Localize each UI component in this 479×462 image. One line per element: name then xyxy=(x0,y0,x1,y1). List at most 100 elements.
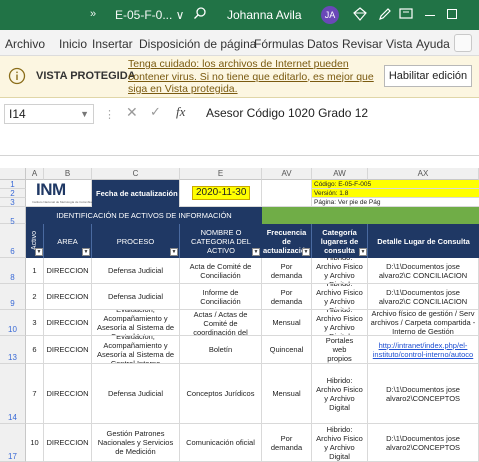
cell-frecuencia[interactable]: Por demanda xyxy=(262,284,312,310)
row-header[interactable]: 8 xyxy=(0,258,26,284)
pen-icon[interactable] xyxy=(377,6,393,22)
row-header[interactable]: 1 xyxy=(0,180,26,189)
cell-activo[interactable]: 3 xyxy=(26,310,44,336)
cell-area[interactable]: DIRECCION xyxy=(44,364,92,424)
empty-cell[interactable] xyxy=(262,180,312,207)
cell-detalle[interactable]: D:\1\Documentos jose alvaro2\C CONCILIAC… xyxy=(368,284,479,310)
cell-detalle[interactable]: D:\1\Documentos jose alvaro2\C CONCILIAC… xyxy=(368,258,479,284)
enter-icon[interactable]: ✓ xyxy=(150,104,161,120)
cell-activo[interactable]: 6 xyxy=(26,336,44,364)
display-icon[interactable] xyxy=(398,6,414,22)
cell-area[interactable]: DIRECCION xyxy=(44,424,92,462)
column-header-av[interactable]: AV xyxy=(262,168,312,180)
version-cell[interactable]: Versión: 1.8 xyxy=(312,189,479,198)
cell-area[interactable]: DIRECCION xyxy=(44,258,92,284)
cell-proceso[interactable]: Defensa Judicial xyxy=(92,284,180,310)
filter-dropdown-icon[interactable]: ▼ xyxy=(359,248,367,256)
row-header[interactable]: 14 xyxy=(0,364,26,424)
cell-frecuencia[interactable]: Por demanda xyxy=(262,424,312,462)
cell-detalle[interactable]: D:\1\Documentos jose alvaro2\CONCEPTOS xyxy=(368,424,479,462)
detalle-link[interactable]: http://intranet/index.php/el-instituto/c… xyxy=(370,341,476,359)
cell-nombre[interactable]: Actas / Actas de Comité de coordinación … xyxy=(180,310,262,336)
cell-area[interactable]: DIRECCION xyxy=(44,284,92,310)
cell-activo[interactable]: 7 xyxy=(26,364,44,424)
menu-revisar[interactable]: Revisar xyxy=(342,37,383,51)
cell-area[interactable]: DIRECCION xyxy=(44,310,92,336)
filter-dropdown-icon[interactable]: ▼ xyxy=(35,248,43,256)
cell-detalle[interactable]: Archivo físico de gestión / Serv archivo… xyxy=(368,310,479,336)
column-header-a[interactable]: A xyxy=(26,168,44,180)
menu-ayuda[interactable]: Ayuda xyxy=(416,37,450,51)
filter-dropdown-icon[interactable]: ▼ xyxy=(302,248,310,256)
row-header[interactable]: 3 xyxy=(0,198,26,207)
cell-nombre[interactable]: Acta de Comité de Conciliación xyxy=(180,258,262,284)
cell-proceso[interactable]: Defensa Judicial xyxy=(92,364,180,424)
cell-proceso[interactable]: Defensa Judicial xyxy=(92,258,180,284)
cell-proceso[interactable]: Gestión Patrones Nacionales y Servicios … xyxy=(92,424,180,462)
row-header[interactable]: 2 xyxy=(0,189,26,198)
menu-archivo[interactable]: Archivo xyxy=(5,37,45,51)
comments-button[interactable] xyxy=(454,34,472,52)
cell-categoria[interactable]: Hibrido: Archivo Fisico y Archivo Digita… xyxy=(312,258,368,284)
diamond-icon[interactable] xyxy=(352,6,368,22)
cell-frecuencia[interactable]: Mensual xyxy=(262,310,312,336)
document-title[interactable]: E-05-F-0... ∨ xyxy=(115,8,184,22)
cell-frecuencia[interactable]: Mensual xyxy=(262,364,312,424)
cell-detalle[interactable]: D:\1\Documentos jose alvaro2\CONCEPTOS xyxy=(368,364,479,424)
select-all-button[interactable] xyxy=(0,168,26,180)
cancel-icon[interactable]: ✕ xyxy=(126,104,138,121)
cell-nombre[interactable]: Conceptos Jurídicos xyxy=(180,364,262,424)
maximize-icon[interactable] xyxy=(447,9,457,19)
fecha-cell[interactable]: 2020-11-30 xyxy=(180,180,262,207)
cell-activo[interactable]: 10 xyxy=(26,424,44,462)
row-header[interactable]: 17 xyxy=(0,424,26,462)
cell-categoria[interactable]: Hibrido: Archivo Fisico y Archivo Digita… xyxy=(312,424,368,462)
column-header-ax[interactable]: AX xyxy=(368,168,479,180)
cell-categoria[interactable]: Hibrido: Archivo Fisico y Archivo Digita… xyxy=(312,310,368,336)
avatar[interactable]: JA xyxy=(321,6,339,24)
more-commands-button[interactable]: » xyxy=(90,8,96,20)
codigo-cell[interactable]: Código: E-05-F-005 xyxy=(312,180,479,189)
cell-detalle[interactable]: http://intranet/index.php/el-instituto/c… xyxy=(368,336,479,364)
cell-nombre[interactable]: Comunicación oficial xyxy=(180,424,262,462)
cell-nombre[interactable]: Boletín xyxy=(180,336,262,364)
minimize-icon[interactable] xyxy=(425,15,435,16)
column-header-c[interactable]: C xyxy=(92,168,180,180)
menu-formulas[interactable]: Fórmulas xyxy=(254,37,304,51)
cell-categoria[interactable]: Portales web propios xyxy=(312,336,368,364)
filter-dropdown-icon[interactable]: ▼ xyxy=(82,248,90,256)
cell-proceso[interactable]: Evaluación, Acompañamiento y Asesoría al… xyxy=(92,310,180,336)
row-header[interactable]: 10 xyxy=(0,310,26,336)
name-box[interactable]: I14 ▼ xyxy=(4,104,94,124)
filter-dropdown-icon[interactable]: ▼ xyxy=(252,248,260,256)
enable-editing-button[interactable]: Habilitar edición xyxy=(384,65,472,87)
formula-content[interactable]: Asesor Código 1020 Grado 12 xyxy=(206,106,368,120)
cell-area[interactable]: DIRECCION xyxy=(44,336,92,364)
menu-disposicion[interactable]: Disposición de página xyxy=(139,37,256,51)
row-header[interactable]: 5 xyxy=(0,207,26,226)
cell-activo[interactable]: 1 xyxy=(26,258,44,284)
row-header[interactable]: 6 xyxy=(0,224,26,258)
pagina-cell[interactable]: Página: Ver pie de Pág xyxy=(312,198,479,207)
cell-categoria[interactable]: Hibrido: Archivo Fisico y Archivo Digita… xyxy=(312,284,368,310)
column-header-e[interactable]: E xyxy=(180,168,262,180)
cell-frecuencia[interactable]: Quincenal xyxy=(262,336,312,364)
row-header[interactable]: 13 xyxy=(0,336,26,364)
cell-categoria[interactable]: Hibrido: Archivo Fisico y Archivo Digita… xyxy=(312,364,368,424)
column-header-b[interactable]: B xyxy=(44,168,92,180)
row-header[interactable]: 9 xyxy=(0,284,26,310)
menu-datos[interactable]: Datos xyxy=(307,37,338,51)
menu-inicio[interactable]: Inicio xyxy=(59,37,87,51)
chevron-down-icon[interactable]: ▼ xyxy=(80,105,89,123)
cell-activo[interactable]: 2 xyxy=(26,284,44,310)
cell-nombre[interactable]: Informe de Conciliación xyxy=(180,284,262,310)
menu-insertar[interactable]: Insertar xyxy=(92,37,133,51)
cell-proceso[interactable]: Evaluación, Acompañamiento y Asesoría al… xyxy=(92,336,180,364)
column-header-aw[interactable]: AW xyxy=(312,168,368,180)
filter-dropdown-icon[interactable]: ▼ xyxy=(170,248,178,256)
search-icon[interactable] xyxy=(193,6,207,20)
protected-view-message[interactable]: Tenga cuidado: los archivos de Internet … xyxy=(128,58,374,96)
menu-vista[interactable]: Vista xyxy=(386,37,412,51)
cell-frecuencia[interactable]: Por demanda xyxy=(262,258,312,284)
insert-function-icon[interactable]: fx xyxy=(176,104,185,120)
